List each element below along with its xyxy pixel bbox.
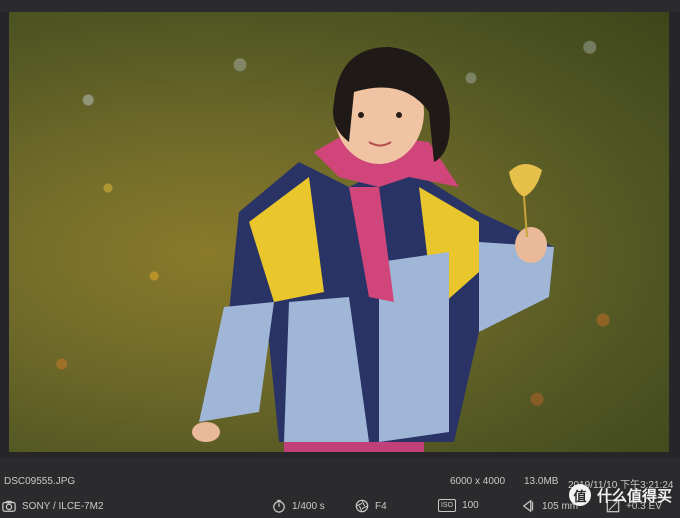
image-dimensions: 6000 x 4000: [450, 476, 506, 487]
aperture-info: F4: [355, 499, 387, 513]
iso-info: ISO 100: [438, 499, 479, 512]
site-watermark: 值 什么值得买: [568, 484, 672, 506]
iso-value: 100: [462, 500, 479, 511]
iso-icon: ISO: [438, 499, 457, 512]
watermark-text: 什么值得买: [596, 487, 672, 505]
image-viewer[interactable]: [0, 12, 680, 458]
title-bar: [0, 0, 680, 12]
camera-icon: [2, 500, 16, 512]
camera-model: SONY / ILCE-7M2: [22, 500, 104, 512]
watermark-logo: 值: [568, 484, 591, 506]
aperture-icon: [355, 499, 369, 513]
focal-length-icon: [522, 499, 534, 513]
photo-subject: [192, 47, 554, 452]
filename: DSC09555.JPG: [4, 476, 76, 487]
shutter-speed: 1/400 s: [292, 500, 325, 512]
stopwatch-icon: [273, 499, 285, 513]
file-size: 13.0MB: [524, 476, 559, 487]
shutter-info: 1/400 s: [272, 499, 325, 513]
photo: [9, 12, 669, 452]
camera-info: SONY / ILCE-7M2: [2, 499, 104, 513]
aperture-value: F4: [375, 500, 387, 512]
